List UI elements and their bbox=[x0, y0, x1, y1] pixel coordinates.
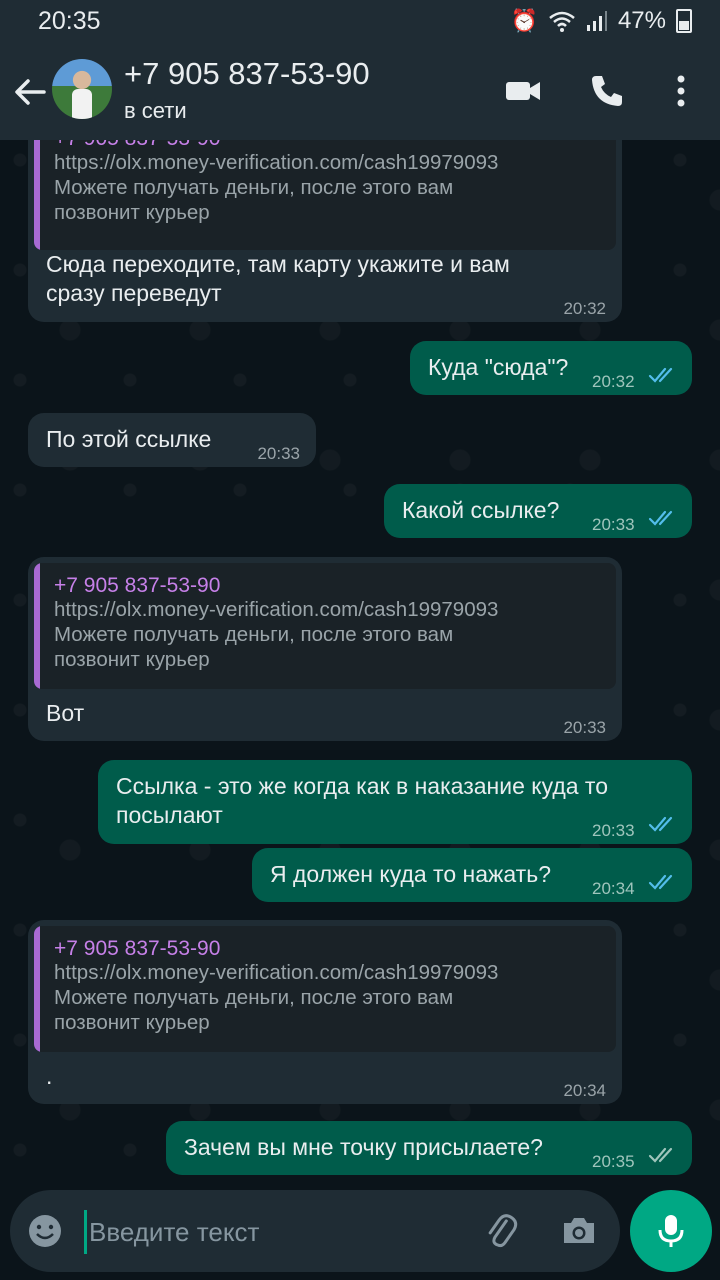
double-tick-icon bbox=[648, 816, 673, 832]
message-text: Куда "сюда"? bbox=[428, 354, 569, 380]
message-time: 20:32 bbox=[563, 299, 606, 318]
message-time: 20:34 bbox=[563, 1081, 606, 1100]
quoted-author: +7 905 837-53-90 bbox=[54, 937, 221, 960]
signal-icon bbox=[586, 11, 607, 31]
message-outgoing[interactable]: Ссылка - это же когда как в наказание ку… bbox=[98, 760, 692, 844]
message-text: Вот bbox=[46, 700, 85, 726]
message-incoming[interactable]: По этой ссылке 20:33 bbox=[28, 413, 316, 467]
message-text: Сюда переходите, там карту укажите и вам… bbox=[46, 251, 510, 306]
double-tick-icon bbox=[648, 874, 673, 890]
message-outgoing[interactable]: Куда "сюда"? 20:32 bbox=[410, 341, 692, 395]
double-tick-icon bbox=[648, 367, 673, 383]
message-input-bar bbox=[10, 1190, 620, 1272]
message-time: 20:33 bbox=[563, 718, 606, 737]
message-time: 20:33 bbox=[592, 515, 635, 534]
quoted-message[interactable]: +7 905 837-53-90 https://olx.money-verif… bbox=[34, 563, 616, 689]
status-icons: ⏰ 47% bbox=[511, 7, 692, 35]
voice-record-button[interactable] bbox=[630, 1190, 712, 1272]
avatar[interactable] bbox=[52, 59, 112, 119]
message-outgoing[interactable]: Зачем вы мне точку присылаете? 20:35 bbox=[166, 1121, 692, 1175]
emoji-icon[interactable] bbox=[26, 1212, 64, 1250]
video-call-icon[interactable] bbox=[500, 68, 546, 114]
quoted-text: https://olx.money-verification.com/cash1… bbox=[54, 598, 499, 671]
mic-icon bbox=[658, 1215, 684, 1247]
contact-name[interactable]: +7 905 837-53-90 bbox=[124, 56, 370, 92]
wifi-icon bbox=[549, 11, 575, 32]
attach-icon[interactable] bbox=[480, 1210, 522, 1252]
status-time: 20:35 bbox=[38, 7, 101, 35]
message-incoming[interactable]: +7 905 837-53-90 https://olx.money-verif… bbox=[28, 557, 622, 741]
status-bar: 20:35 ⏰ 47% bbox=[0, 0, 720, 44]
message-incoming[interactable]: +7 905 837-53-90 https://olx.money-verif… bbox=[28, 140, 622, 322]
message-outgoing[interactable]: Какой ссылке? 20:33 bbox=[384, 484, 692, 538]
battery-percent: 47% bbox=[617, 7, 666, 34]
message-time: 20:34 bbox=[592, 879, 635, 898]
double-tick-icon bbox=[648, 510, 673, 526]
message-text: Ссылка - это же когда как в наказание ку… bbox=[116, 773, 608, 828]
message-time: 20:33 bbox=[257, 444, 300, 463]
quoted-message[interactable]: +7 905 837-53-90 https://olx.money-verif… bbox=[34, 926, 616, 1052]
battery-icon bbox=[676, 9, 692, 33]
message-text: . bbox=[46, 1063, 53, 1089]
message-time: 20:35 bbox=[592, 1152, 635, 1171]
message-text: По этой ссылке bbox=[46, 426, 212, 452]
alarm-icon: ⏰ bbox=[510, 8, 538, 33]
chat-header: +7 905 837-53-90 в сети bbox=[0, 44, 720, 140]
message-time: 20:33 bbox=[592, 821, 635, 840]
double-tick-icon bbox=[648, 1147, 673, 1163]
message-text: Какой ссылке? bbox=[402, 497, 560, 523]
message-text: Зачем вы мне точку присылаете? bbox=[184, 1134, 543, 1160]
quoted-text: https://olx.money-verification.com/cash1… bbox=[54, 961, 499, 1034]
back-arrow-icon[interactable] bbox=[10, 72, 50, 112]
message-time: 20:32 bbox=[592, 372, 635, 391]
contact-status: в сети bbox=[124, 98, 187, 123]
message-text: Я должен куда то нажать? bbox=[270, 861, 551, 887]
quoted-author: +7 905 837-53-90 bbox=[54, 574, 221, 597]
message-input[interactable] bbox=[84, 1210, 471, 1254]
message-outgoing[interactable]: Я должен куда то нажать? 20:34 bbox=[252, 848, 692, 902]
quoted-message[interactable]: +7 905 837-53-90 https://olx.money-verif… bbox=[34, 140, 616, 250]
quoted-text: https://olx.money-verification.com/cash1… bbox=[54, 151, 499, 224]
phone-icon[interactable] bbox=[584, 68, 630, 114]
message-list[interactable]: +7 905 837-53-90 https://olx.money-verif… bbox=[0, 140, 720, 1190]
more-vert-icon[interactable] bbox=[658, 68, 704, 114]
message-incoming[interactable]: +7 905 837-53-90 https://olx.money-verif… bbox=[28, 920, 622, 1104]
camera-icon[interactable] bbox=[558, 1210, 600, 1252]
